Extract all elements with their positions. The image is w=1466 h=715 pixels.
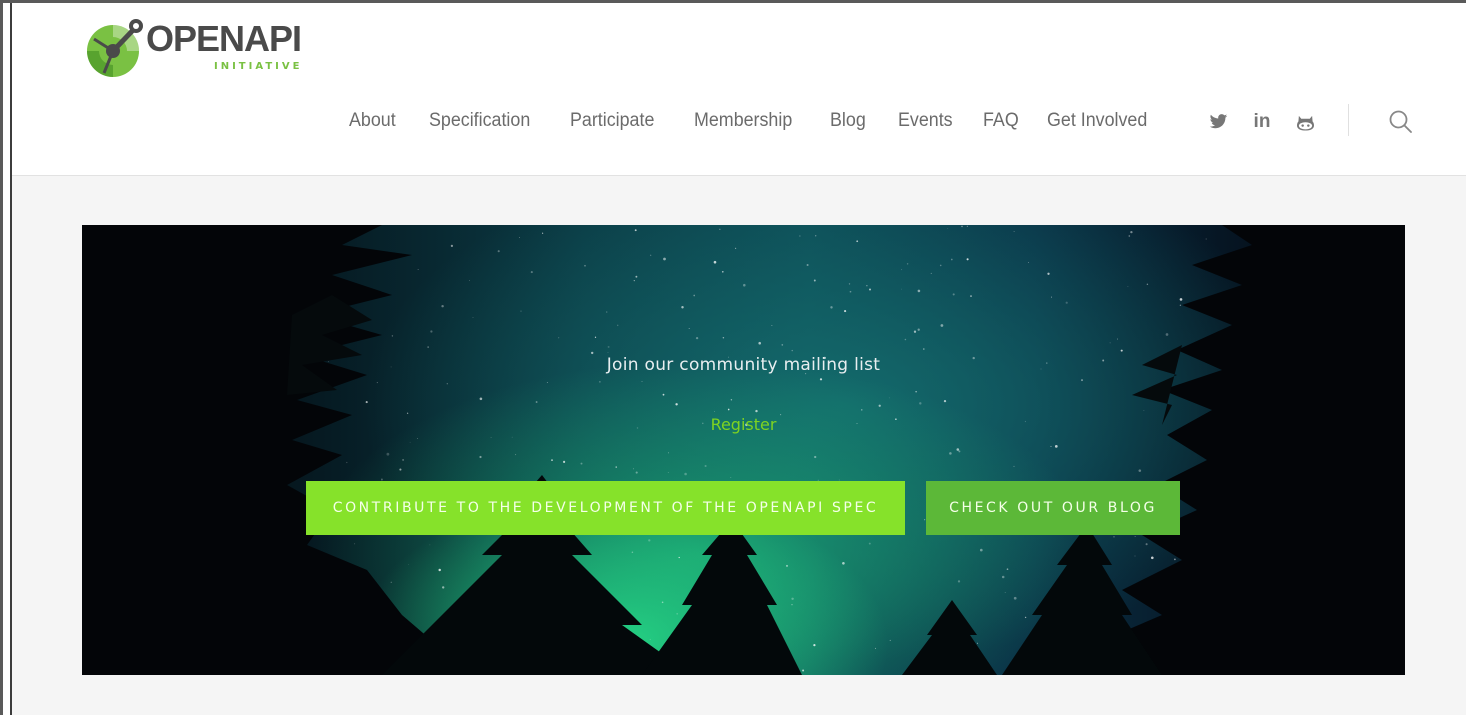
nav-item-specification[interactable]: Specification [429, 106, 530, 136]
openapi-logo[interactable]: OPENAPI INITIATIVE [86, 15, 326, 85]
register-link[interactable]: Register [82, 415, 1405, 434]
nav-item-membership[interactable]: Membership [694, 106, 792, 136]
nav-item-events[interactable]: Events [898, 106, 953, 136]
contribute-button[interactable]: CONTRIBUTE TO THE DEVELOPMENT OF THE OPE… [306, 481, 905, 535]
logo-tagline: INITIATIVE [214, 61, 303, 72]
nav-item-get-involved[interactable]: Get Involved [1047, 106, 1147, 136]
nav-item-participate[interactable]: Participate [570, 106, 654, 136]
hero-banner: Join our community mailing list Register… [82, 225, 1405, 675]
site-header: OPENAPI INITIATIVE About Specification P… [12, 3, 1466, 176]
search-icon[interactable] [1388, 109, 1414, 135]
twitter-icon[interactable] [1205, 107, 1231, 137]
nav-item-faq[interactable]: FAQ [983, 106, 1019, 136]
github-glyph [1296, 115, 1314, 131]
nav-item-about[interactable]: About [349, 106, 396, 136]
mailing-list-text: Join our community mailing list [606, 355, 881, 375]
github-icon[interactable] [1292, 107, 1318, 137]
nav-item-blog[interactable]: Blog [830, 106, 866, 136]
tree-silhouettes [82, 225, 1405, 675]
linkedin-icon[interactable]: in [1249, 107, 1275, 137]
blog-button[interactable]: CHECK OUT OUR BLOG [926, 481, 1180, 535]
openapi-logo-icon [87, 19, 143, 77]
nav-divider [1348, 104, 1349, 136]
logo-wordmark: OPENAPI [146, 18, 302, 59]
twitter-glyph [1209, 114, 1227, 129]
